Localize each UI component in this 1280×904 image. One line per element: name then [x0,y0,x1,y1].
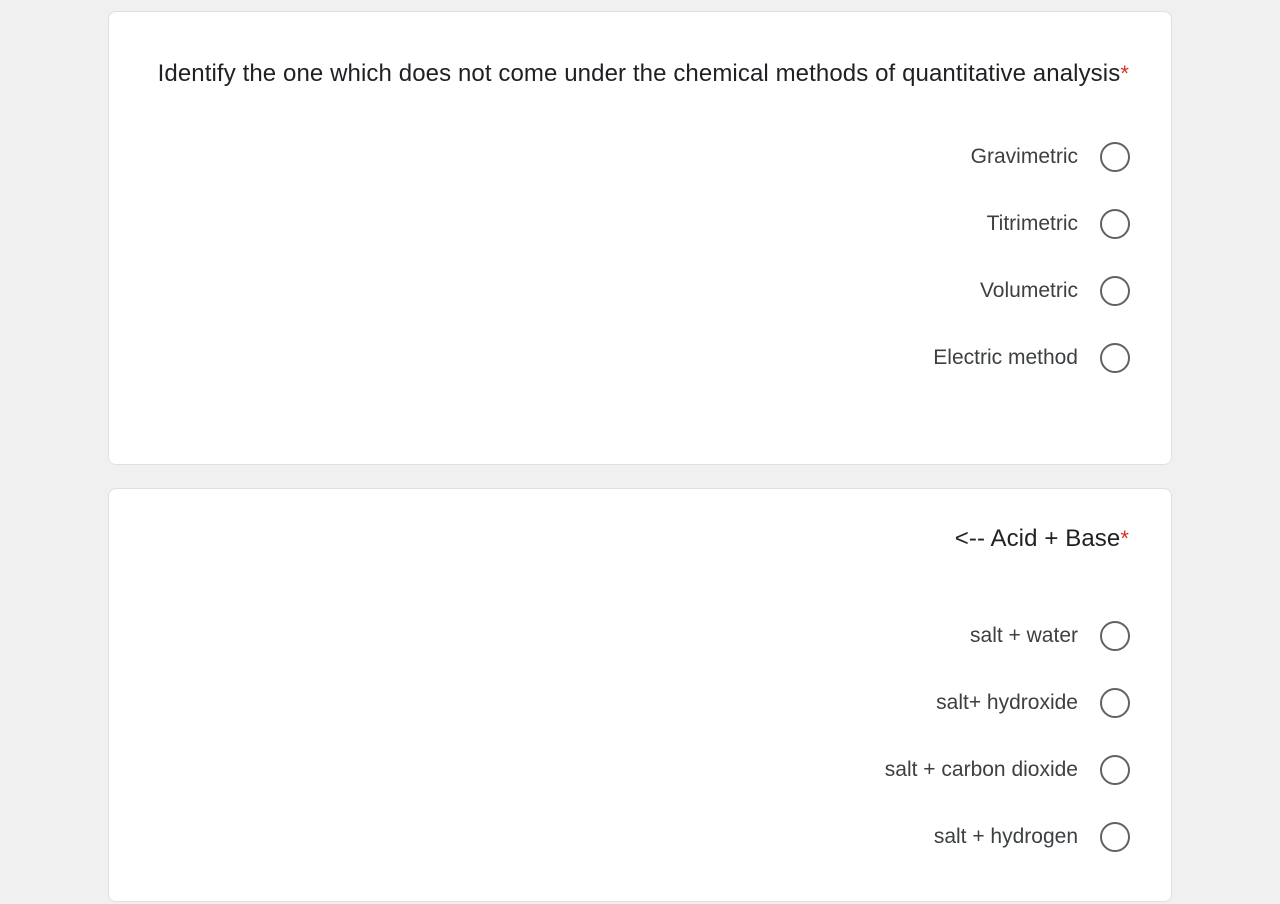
question-card: *<-- Acid + Base salt + water salt+ hydr… [108,488,1172,902]
option-row[interactable]: Gravimetric [109,123,1171,190]
option-row[interactable]: Titrimetric [109,190,1171,257]
question-title-text: Identify the one which does not come und… [157,60,1121,87]
radio-button-icon[interactable] [1100,275,1130,306]
form-page: *Identify the one which does not come un… [0,0,1280,904]
option-row[interactable]: salt + water [109,602,1171,669]
question-title: *<-- Acid + Base [109,489,1171,559]
required-asterisk: * [1120,61,1129,86]
option-label: salt + water [970,623,1078,647]
required-asterisk: * [1120,526,1129,551]
radio-button-icon[interactable] [1100,342,1130,373]
option-label: salt + carbon dioxide [884,757,1078,781]
option-label: Electric method [933,345,1078,369]
option-row[interactable]: salt+ hydroxide [109,669,1171,736]
radio-button-icon[interactable] [1100,687,1130,718]
option-label: salt+ hydroxide [936,690,1078,714]
radio-button-icon[interactable] [1100,208,1130,239]
option-row[interactable]: salt + hydrogen [109,803,1171,870]
question-title: *Identify the one which does not come un… [109,12,1171,94]
options-list: Gravimetric Titrimetric Volumetric Elect… [109,123,1171,391]
option-label: salt + hydrogen [933,824,1078,848]
option-label: Titrimetric [986,211,1078,235]
option-label: Gravimetric [970,144,1078,168]
question-card: *Identify the one which does not come un… [108,11,1172,465]
radio-button-icon[interactable] [1100,141,1130,172]
option-row[interactable]: Volumetric [109,257,1171,324]
option-row[interactable]: Electric method [109,324,1171,391]
options-list: salt + water salt+ hydroxide salt + carb… [109,602,1171,870]
option-label: Volumetric [979,278,1078,302]
radio-button-icon[interactable] [1100,754,1130,785]
radio-button-icon[interactable] [1100,620,1130,651]
radio-button-icon[interactable] [1100,821,1130,852]
question-title-text: <-- Acid + Base [954,525,1121,552]
option-row[interactable]: salt + carbon dioxide [109,736,1171,803]
